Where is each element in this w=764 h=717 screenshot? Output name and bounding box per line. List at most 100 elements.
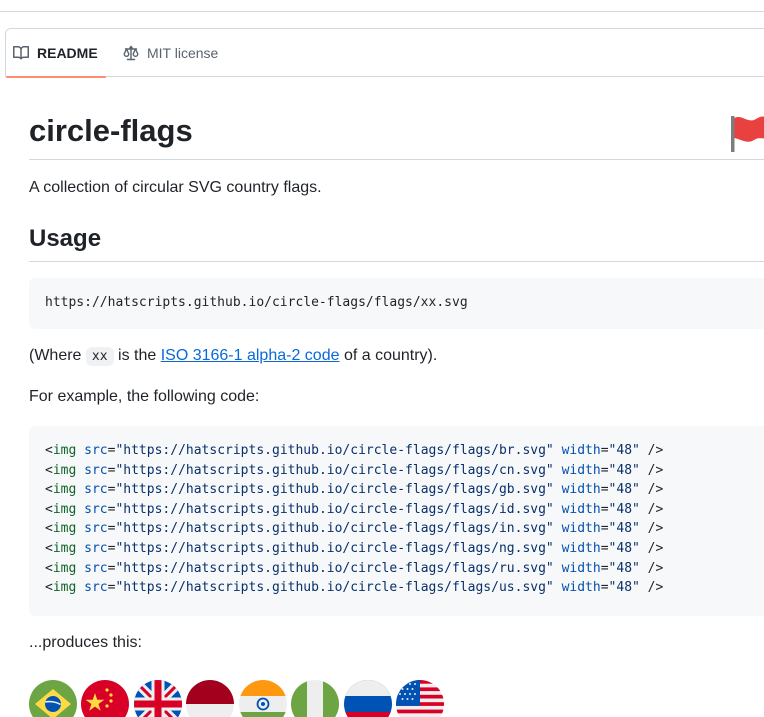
code-token-close: /> [639,462,664,478]
example-code-line: <img src = "https://hatscripts.github.io/c… [45,441,663,461]
law-scale-icon [123,45,139,61]
code-token-width-attr: width [561,521,601,537]
code-token-close: /> [639,482,664,498]
code-token-width-val: "48" [608,580,640,596]
russia-flag-icon [344,680,392,717]
code-token-width-val: "48" [608,443,640,458]
code-token-eq: = [600,521,609,537]
code-token-open: < [45,560,53,576]
tab-readme[interactable]: README [6,29,106,78]
brazil-flag-icon [29,680,77,717]
usage-code-line: https://hatscripts.github.io/circle-flag… [45,295,468,310]
code-token-space1 [76,580,84,595]
example-code-line: <img src = "https://hatscripts.github.io/c… [45,539,663,559]
page-title: circle-flags [29,113,193,148]
india-flag-icon [239,680,287,717]
code-token-close: /> [639,580,664,596]
iso-code-link[interactable]: ISO 3166-1 alpha-2 code [161,347,340,364]
code-token-close: /> [639,443,664,458]
code-token-tag: img [52,580,77,596]
tab-license[interactable]: MIT license [123,29,218,77]
code-token-tag: img [52,462,77,478]
code-token-src-attr: src [84,443,108,458]
code-token-space2 [554,541,562,556]
code-token-eq: = [600,560,609,576]
code-token-close: /> [639,501,664,517]
code-token-url: "https://hatscripts.github.io/circle-fla… [115,443,554,458]
code-token-space1 [76,463,84,478]
where-prefix: (Where [29,347,86,364]
code-token-open: < [45,580,53,596]
description: A collection of circular SVG country fla… [29,179,322,196]
example-code-block: <img src="https://hatscripts.github.io/c… [29,426,764,616]
tab-license-label: MIT license [147,45,219,61]
code-token-close: /> [639,541,664,556]
code-token-tag: img [52,521,77,537]
code-token-width-attr: width [561,580,601,596]
code-token-eq: = [600,482,609,498]
code-token-src-attr: src [84,521,108,537]
where-paragraph: (Where xx is the ISO 3166-1 alpha-2 code… [29,346,437,367]
code-token-open: < [45,482,53,498]
usage-heading-row: Usage [29,222,764,262]
inline-code-xx: xx [85,347,114,366]
code-token-url: "https://hatscripts.github.io/circle-fla… [115,541,554,556]
code-token-src-attr: src [84,541,108,556]
code-token-src-attr: src [84,501,108,517]
example-code-line: <img src = "https://hatscripts.github.io/c… [45,559,663,579]
code-token-tag: img [52,443,77,458]
code-token-width-val: "48" [608,521,640,537]
example-code-line: <img src = "https://hatscripts.github.io/c… [45,500,663,520]
code-token-space2 [554,502,562,517]
code-token-open: < [45,443,53,458]
code-token-width-attr: width [561,501,601,517]
code-token-space2 [554,482,562,497]
code-token-src-attr: src [84,482,108,498]
code-token-url: "https://hatscripts.github.io/circle-fla… [115,462,554,478]
code-token-tag: img [52,501,77,517]
code-token-width-attr: width [561,560,601,576]
code-token-width-attr: width [561,443,601,458]
code-token-space1 [76,502,84,517]
code-token-eq: = [600,443,609,458]
code-token-space2 [554,463,562,478]
readme-tabbar: README MIT license [5,28,764,78]
code-token-tag: img [52,482,77,498]
example-code-line: <img src = "https://hatscripts.github.io/c… [45,461,663,481]
indonesia-flag-icon [186,680,234,717]
code-token-space1 [76,443,84,458]
united-kingdom-flag-icon [134,680,182,717]
title-heading-row: circle-flags [29,107,764,160]
code-token-eq: = [600,501,609,517]
code-token-url: "https://hatscripts.github.io/circle-fla… [115,560,554,576]
code-token-src-attr: src [84,462,108,478]
code-token-eq: = [600,580,609,596]
code-token-width-attr: width [561,541,601,556]
code-token-url: "https://hatscripts.github.io/circle-fla… [115,501,554,517]
code-token-space2 [554,521,562,536]
code-token-src-attr: src [84,560,108,576]
code-token-url: "https://hatscripts.github.io/circle-fla… [115,521,554,537]
tab-readme-label: README [37,45,98,61]
code-token-tag: img [52,560,77,576]
nigeria-flag-icon [291,680,339,717]
code-token-url: "https://hatscripts.github.io/circle-fla… [115,580,554,596]
code-token-width-attr: width [561,482,601,498]
code-token-space2 [554,443,562,458]
code-token-eq: = [600,541,609,556]
code-token-open: < [45,462,53,478]
red-flag-logo-icon [730,114,764,159]
book-icon [13,45,29,61]
code-token-space2 [554,561,562,576]
code-token-url: "https://hatscripts.github.io/circle-fla… [115,482,554,498]
code-token-src-attr: src [84,580,108,596]
example-paragraph: For example, the following code: [29,388,260,405]
code-token-width-attr: width [561,462,601,478]
where-mid: is the [113,347,161,364]
code-token-space1 [76,541,84,556]
united-states-flag-icon [396,680,444,717]
code-token-width-val: "48" [608,482,640,498]
code-token-eq: = [600,462,609,478]
produces-paragraph: ...produces this: [29,634,142,651]
code-token-width-val: "48" [608,560,640,576]
